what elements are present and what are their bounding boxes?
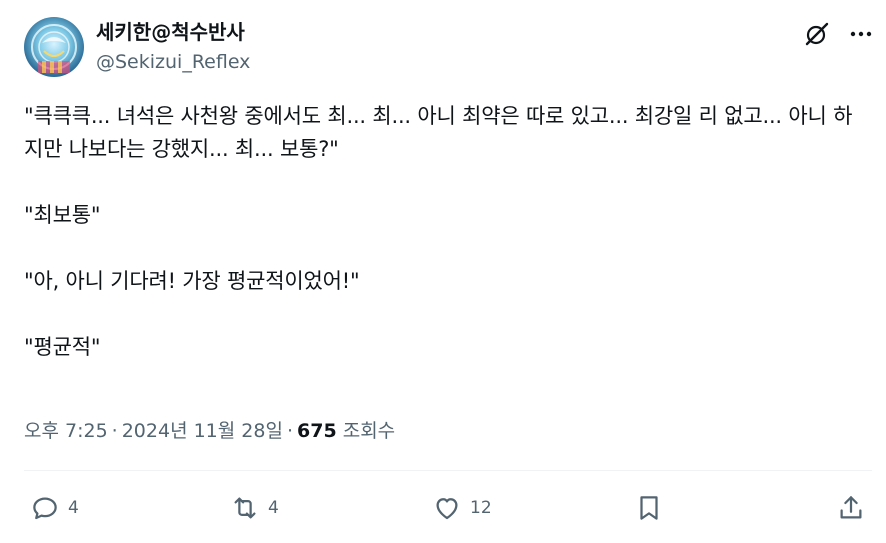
divider	[24, 470, 872, 471]
tweet-text: "큭큭큭... 녀석은 사천왕 중에서도 최... 최... 아니 최약은 따로…	[24, 100, 869, 364]
more-icon[interactable]	[848, 21, 874, 47]
tweet: 세키한@척수반사 @Sekizui_Reflex "큭큭큭... 녀석은 사천왕…	[0, 0, 886, 543]
like-count: 12	[470, 498, 492, 518]
display-name[interactable]: 세키한@척수반사	[96, 19, 250, 45]
handle[interactable]: @Sekizui_Reflex	[96, 49, 250, 75]
reply-count: 4	[68, 498, 79, 518]
reply-icon	[30, 493, 60, 523]
separator: ·	[286, 420, 293, 442]
tweet-paragraph: "아, 아니 기다려! 가장 평균적이었어!"	[24, 269, 360, 293]
like-button[interactable]: 12	[432, 488, 492, 528]
grok-icon[interactable]	[804, 21, 830, 47]
reply-button[interactable]: 4	[30, 488, 79, 528]
tweet-paragraph: "평균적"	[24, 335, 101, 359]
separator: ·	[111, 420, 118, 442]
views-count: 675	[297, 420, 337, 442]
tweet-time[interactable]: 오후 7:25	[24, 420, 108, 442]
bookmark-icon	[634, 493, 664, 523]
tweet-meta: 오후 7:25 · 2024년 11월 28일 · 675 조회수	[24, 418, 395, 444]
share-button[interactable]	[836, 488, 866, 528]
retweet-count: 4	[268, 498, 279, 518]
author-names: 세키한@척수반사 @Sekizui_Reflex	[96, 19, 250, 75]
tweet-header: 세키한@척수반사 @Sekizui_Reflex	[24, 17, 874, 81]
bookmark-button[interactable]	[634, 488, 664, 528]
share-icon	[836, 493, 866, 523]
action-bar: 4 4 12	[24, 488, 872, 528]
tweet-paragraph: "최보통"	[24, 203, 101, 227]
retweet-button[interactable]: 4	[230, 488, 279, 528]
retweet-icon	[230, 493, 260, 523]
views-label: 조회수	[342, 420, 396, 442]
avatar[interactable]	[24, 17, 84, 77]
heart-icon	[432, 493, 462, 523]
tweet-paragraph: "큭큭큭... 녀석은 사천왕 중에서도 최... 최... 아니 최약은 따로…	[24, 104, 853, 161]
tweet-date[interactable]: 2024년 11월 28일	[122, 420, 283, 442]
